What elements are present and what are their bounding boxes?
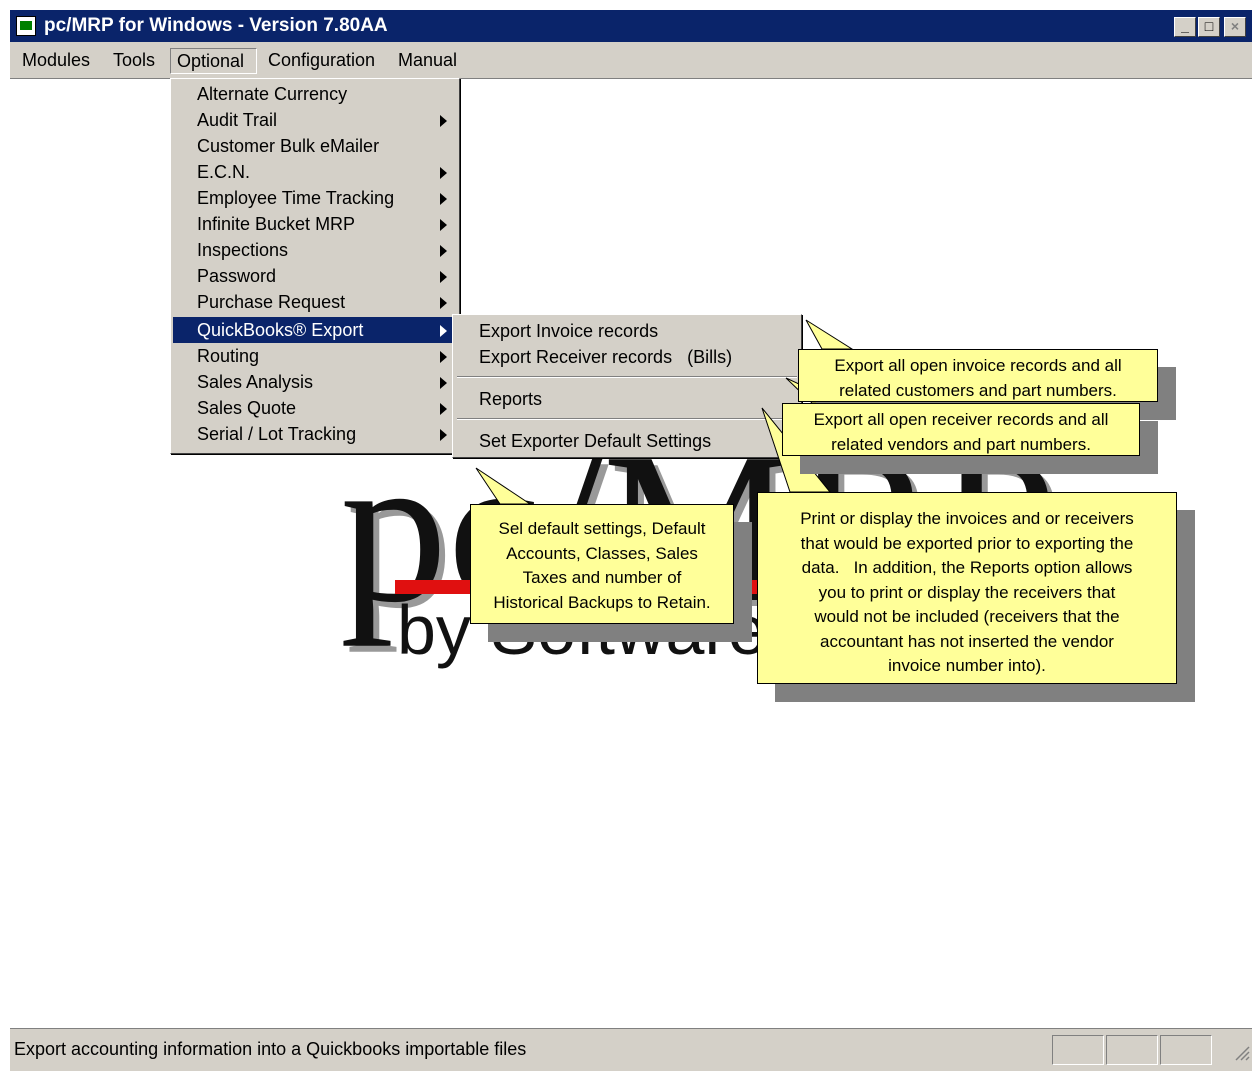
callout-line: would not be included (receivers that th… [814,607,1120,626]
callout-line: related vendors and part numbers. [831,434,1091,454]
resize-grip-icon[interactable] [1232,1043,1250,1061]
status-panel [1106,1035,1158,1065]
status-panel [1160,1035,1212,1065]
callout-line: data. In addition, the Reports option al… [801,558,1133,577]
callout-line: Taxes and number of [522,568,682,587]
callout-export-invoice: Export all open invoice records and all … [798,349,1158,402]
callout-line: Export all open invoice records and all [834,356,1122,375]
callout-line: you to print or display the receivers th… [818,582,1116,602]
callout-reports: Print or display the invoices and or rec… [757,492,1177,684]
status-text: Export accounting information into a Qui… [14,1039,527,1059]
status-panel [1052,1035,1104,1065]
callout-export-receiver: Export all open receiver records and all… [782,403,1140,456]
status-bar: Export accounting information into a Qui… [10,1028,1252,1071]
callout-line: Print or display the invoices and or rec… [800,509,1134,528]
callout-line: related customers and part numbers. [839,380,1117,400]
callout-line: Sel default settings, Default [498,519,706,538]
callout-line: invoice number into). [888,656,1046,675]
callout-pointer-invoice [805,319,854,350]
callout-line: that would be exported prior to exportin… [800,533,1134,553]
callout-line: Historical Backups to Retain. [493,592,711,612]
callout-line: accountant has not inserted the vendor [820,631,1114,651]
callout-default-settings: Sel default settings, Default Accounts, … [470,504,734,624]
callout-line: Export all open receiver records and all [813,410,1109,429]
callout-line: Accounts, Classes, Sales [506,543,698,563]
callout-pointer-defaults [475,467,532,505]
